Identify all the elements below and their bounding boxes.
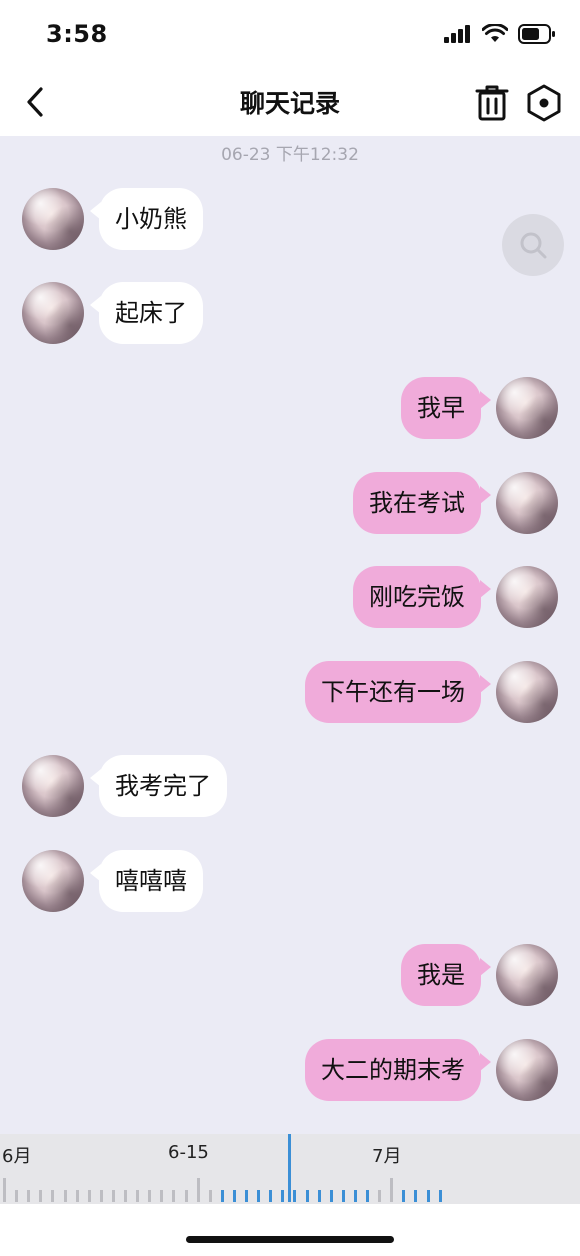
bottom-safe-area xyxy=(0,1204,580,1256)
timeline-tick xyxy=(317,1190,321,1202)
timeline-tick xyxy=(124,1190,127,1202)
contact-avatar[interactable] xyxy=(22,282,84,344)
bubble-tail xyxy=(480,391,491,409)
message-bubble[interactable]: 我考完了 xyxy=(99,755,227,817)
status-bar: 3:58 xyxy=(0,0,580,70)
bubble-tail xyxy=(480,1053,491,1071)
message-bubble[interactable]: 下午还有一场 xyxy=(305,661,481,723)
timeline-label-6-15: 6-15 xyxy=(168,1142,209,1163)
timeline-tick xyxy=(390,1178,394,1202)
message-bubble[interactable]: 起床了 xyxy=(99,282,203,344)
home-indicator[interactable] xyxy=(186,1236,394,1243)
bubble-tail xyxy=(480,958,491,976)
battery-icon xyxy=(518,24,555,44)
user-avatar[interactable] xyxy=(496,377,558,439)
message-row: 小奶熊 xyxy=(0,188,580,252)
nav-bar: 聊天记录 xyxy=(0,70,580,136)
timeline-tick xyxy=(148,1190,152,1202)
message-bubble[interactable]: 我是 xyxy=(401,944,481,1006)
message-bubble[interactable]: 我在考试 xyxy=(353,472,481,534)
timeline-tick xyxy=(51,1190,55,1202)
message-row: 我早 xyxy=(0,377,580,441)
timeline-tick xyxy=(63,1190,67,1202)
timeline-label-june: 6月 xyxy=(2,1146,32,1167)
timeline-current-position-marker[interactable] xyxy=(288,1134,291,1202)
timeline-tick xyxy=(269,1190,273,1202)
timeline-tick xyxy=(281,1190,285,1202)
timeline-tick xyxy=(329,1190,333,1202)
message-row: 嘻嘻嘻 xyxy=(0,850,580,914)
timeline-tick xyxy=(426,1190,430,1202)
status-icons xyxy=(444,24,556,44)
bubble-tail xyxy=(480,486,491,504)
message-row: 起床了 xyxy=(0,282,580,346)
timeline-tick xyxy=(39,1190,43,1202)
bubble-tail xyxy=(480,675,491,693)
message-row: 下午还有一场 xyxy=(0,661,580,725)
timeline-label-july: 7月 xyxy=(372,1146,402,1167)
contact-avatar[interactable] xyxy=(22,188,84,250)
message-bubble[interactable]: 嘻嘻嘻 xyxy=(99,850,203,912)
trash-icon xyxy=(475,85,509,121)
timeline-tick xyxy=(353,1190,357,1202)
user-avatar[interactable] xyxy=(496,1039,558,1101)
settings-button[interactable] xyxy=(526,84,562,122)
user-avatar[interactable] xyxy=(496,566,558,628)
timeline-tick xyxy=(378,1190,382,1202)
timeline-tick xyxy=(196,1178,200,1202)
timeline-tick xyxy=(366,1190,369,1202)
message-row: 刚吃完饭 xyxy=(0,566,580,630)
message-row: 大二的期末考 xyxy=(0,1039,580,1103)
message-bubble[interactable]: 大二的期末考 xyxy=(305,1039,481,1101)
timeline-tick xyxy=(111,1190,115,1202)
timeline-tick xyxy=(245,1190,248,1202)
timeline-tick xyxy=(160,1190,164,1202)
timeline-tick xyxy=(402,1190,406,1202)
timeline-tick xyxy=(99,1190,103,1202)
message-bubble[interactable]: 小奶熊 xyxy=(99,188,203,250)
cellular-signal-icon xyxy=(444,25,470,43)
hexagon-settings-icon xyxy=(527,84,561,122)
timeline-tick xyxy=(232,1190,236,1202)
date-timeline-scrubber[interactable]: 6月 6-15 7月 xyxy=(0,1134,580,1204)
timeline-tick xyxy=(27,1190,31,1202)
timeline-tick xyxy=(172,1190,176,1202)
user-avatar[interactable] xyxy=(496,661,558,723)
timeline-tick xyxy=(293,1190,297,1202)
contact-avatar[interactable] xyxy=(22,850,84,912)
message-bubble[interactable]: 我早 xyxy=(401,377,481,439)
message-row: 我是 xyxy=(0,944,580,1008)
bubble-tail xyxy=(480,580,491,598)
wifi-icon xyxy=(482,24,508,42)
user-avatar[interactable] xyxy=(496,944,558,1006)
timeline-tick xyxy=(15,1190,19,1202)
timeline-tick xyxy=(305,1190,309,1202)
contact-avatar[interactable] xyxy=(22,755,84,817)
timeline-tick xyxy=(341,1190,345,1202)
timeline-tick xyxy=(208,1190,212,1202)
timeline-tick xyxy=(87,1190,91,1202)
timeline-tick xyxy=(257,1190,261,1202)
timeline-tick xyxy=(438,1190,442,1202)
timeline-tick xyxy=(136,1190,140,1202)
message-row: 我在考试 xyxy=(0,472,580,536)
chat-area[interactable]: 06-23 下午12:32 小奶熊 起床了 我早 我在考试 刚吃完饭 下午还有一… xyxy=(0,136,580,1134)
timeline-tick xyxy=(184,1190,188,1202)
timeline-tick xyxy=(75,1190,79,1202)
message-timestamp: 06-23 下午12:32 xyxy=(221,145,359,165)
timeline-tick xyxy=(220,1190,224,1202)
status-time: 3:58 xyxy=(46,20,108,48)
delete-button[interactable] xyxy=(474,84,510,122)
message-row: 我考完了 xyxy=(0,755,580,819)
message-bubble[interactable]: 刚吃完饭 xyxy=(353,566,481,628)
timeline-tick xyxy=(414,1190,418,1202)
timeline-tick xyxy=(3,1178,6,1202)
user-avatar[interactable] xyxy=(496,472,558,534)
